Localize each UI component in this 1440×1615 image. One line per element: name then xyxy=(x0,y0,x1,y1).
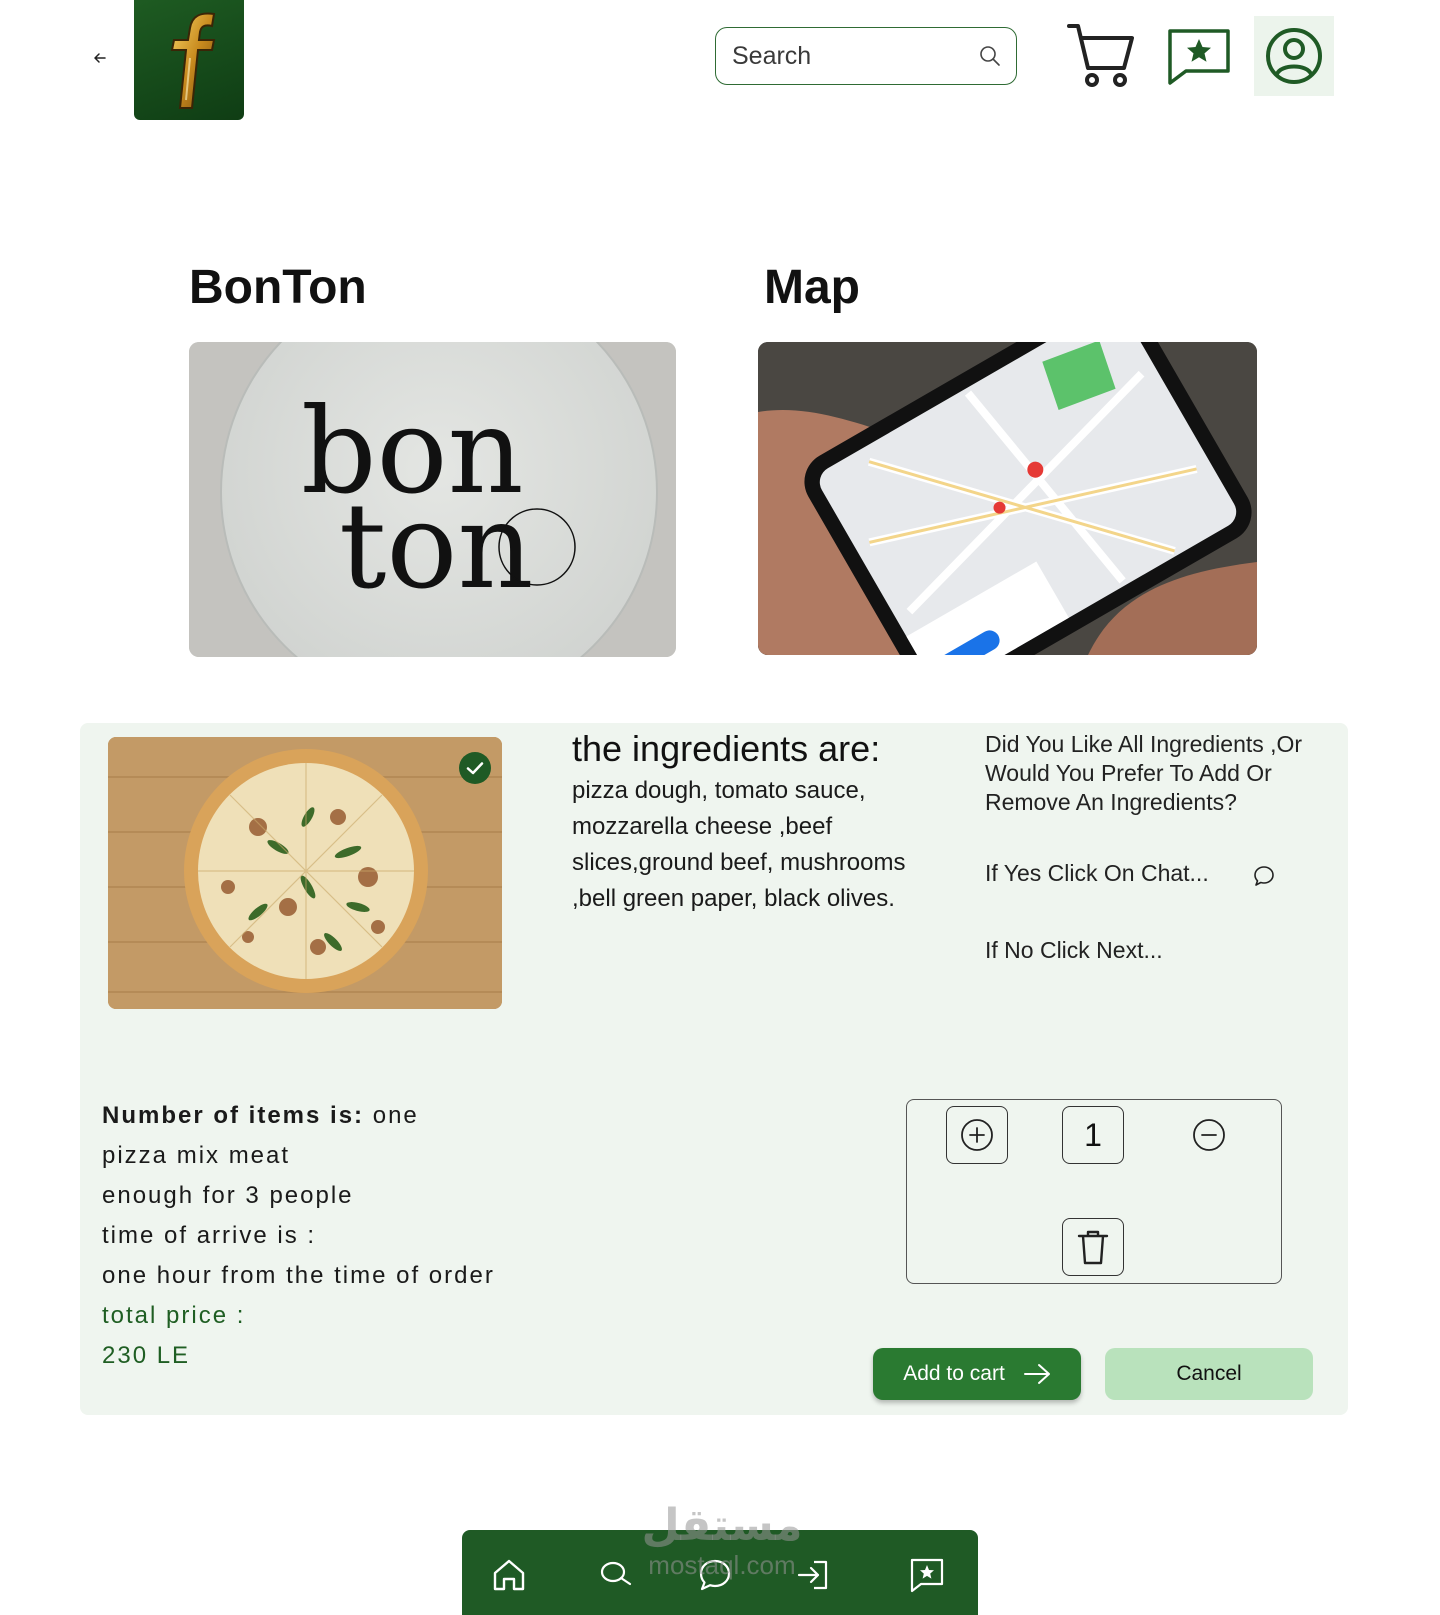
restaurant-logo-plate: bon ton xyxy=(189,342,676,657)
ingredients-list: pizza dough, tomato sauce, mozzarella ch… xyxy=(572,777,906,912)
map-title: Map xyxy=(764,261,860,314)
app-logo[interactable] xyxy=(134,0,244,120)
plus-circle-icon xyxy=(961,1119,993,1151)
restaurant-image[interactable]: bon ton xyxy=(189,342,676,657)
profile-button[interactable] xyxy=(1254,16,1334,96)
minus-circle-icon[interactable] xyxy=(1192,1118,1226,1152)
search-bar[interactable] xyxy=(715,27,1017,85)
home-icon[interactable] xyxy=(490,1556,528,1594)
restaurant-title: BonTon xyxy=(189,261,367,314)
favorites-star-icon[interactable] xyxy=(908,1556,946,1594)
pizza-photo xyxy=(108,737,502,1009)
quantity-value: 1 xyxy=(1062,1106,1124,1164)
search-icon[interactable] xyxy=(597,1556,635,1594)
next-prompt[interactable]: If No Click Next... xyxy=(985,937,1163,964)
delete-item-button[interactable] xyxy=(1062,1218,1124,1276)
svg-text:ton: ton xyxy=(339,477,533,615)
user-profile-icon xyxy=(1266,28,1322,84)
search-icon[interactable] xyxy=(978,44,1002,68)
ingredients-title: the ingredients are: xyxy=(572,728,881,769)
price-value: 230 LE xyxy=(102,1342,191,1369)
arrive-label: time of arrive is : xyxy=(102,1222,317,1249)
cancel-button[interactable]: Cancel xyxy=(1105,1348,1313,1400)
cart-icon[interactable] xyxy=(1066,22,1136,90)
back-arrow-icon[interactable] xyxy=(88,46,112,70)
add-to-cart-label: Add to cart xyxy=(903,1362,1005,1385)
chat-prompt[interactable]: If Yes Click On Chat... xyxy=(985,860,1209,887)
chat-bubble-icon[interactable] xyxy=(1252,864,1276,888)
items-count-line: Number of items is: one xyxy=(102,1096,495,1136)
login-icon[interactable] xyxy=(794,1556,832,1594)
increase-quantity-button[interactable] xyxy=(946,1106,1008,1164)
favorites-star-icon[interactable] xyxy=(1166,27,1232,85)
logo-f-icon xyxy=(170,12,216,109)
items-value: one xyxy=(372,1102,419,1129)
chat-icon[interactable] xyxy=(696,1556,734,1594)
arrow-right-icon xyxy=(1023,1364,1050,1384)
item-name: pizza mix meat xyxy=(102,1142,291,1169)
pizza-image[interactable] xyxy=(108,737,502,1009)
items-label: Number of items is: xyxy=(102,1102,365,1129)
serving-size: enough for 3 people xyxy=(102,1182,354,1209)
order-details: Number of items is: one pizza mix meat e… xyxy=(102,1096,495,1376)
bottom-navigation xyxy=(462,1530,978,1615)
map-image[interactable] xyxy=(758,342,1257,655)
trash-icon xyxy=(1077,1230,1109,1265)
ingredients-question: Did You Like All Ingredients ,Or Would Y… xyxy=(985,731,1303,815)
map-phone-photo xyxy=(758,342,1257,655)
add-to-cart-button[interactable]: Add to cart xyxy=(873,1348,1081,1400)
arrive-value: one hour from the time of order xyxy=(102,1262,495,1289)
price-label: total price : xyxy=(102,1302,246,1329)
search-input[interactable] xyxy=(732,41,978,71)
selected-check-icon xyxy=(459,752,491,784)
